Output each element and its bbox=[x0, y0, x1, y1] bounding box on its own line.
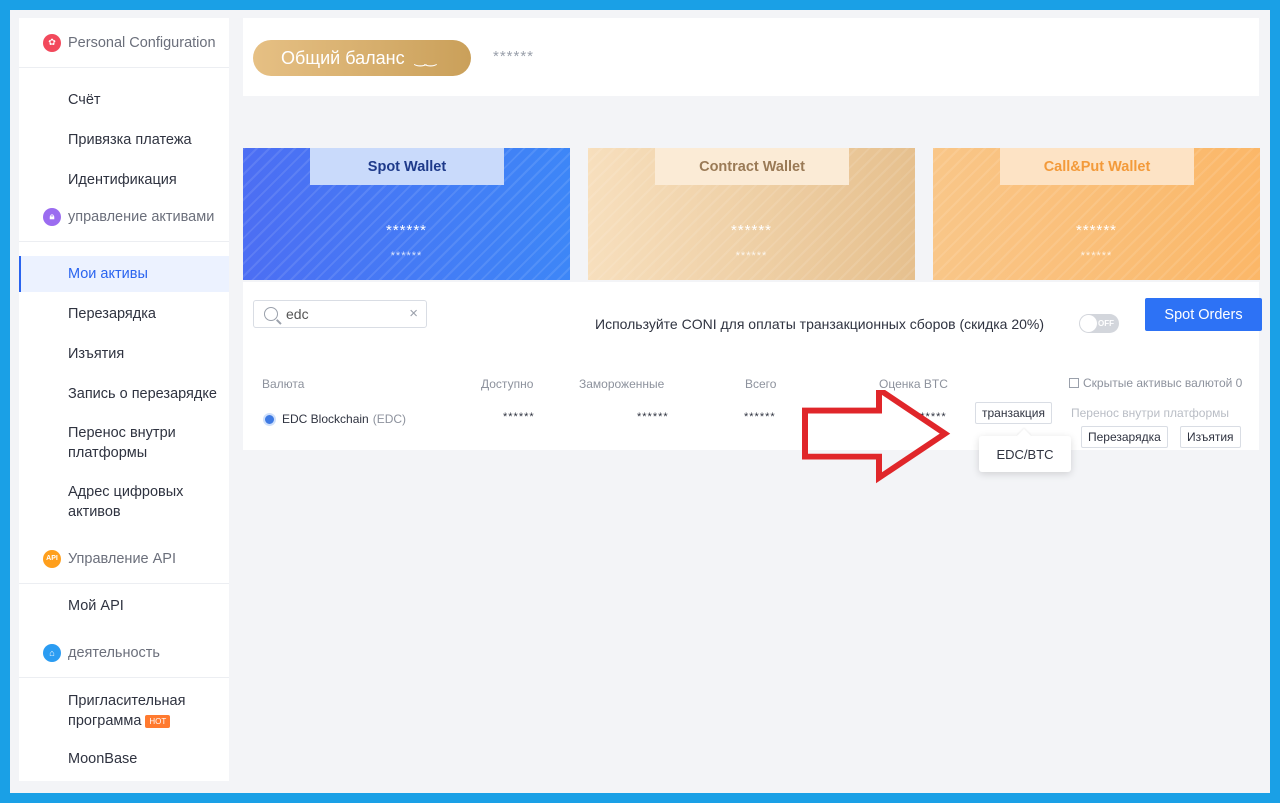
sidebar-item-recharge[interactable]: Перезарядка bbox=[19, 304, 229, 324]
callput-wallet-amount: ****** bbox=[1075, 222, 1118, 239]
coin-name: EDC Blockchain bbox=[282, 412, 369, 426]
api-icon: API bbox=[43, 549, 61, 568]
column-currency: Валюта bbox=[262, 377, 305, 391]
checkbox-box[interactable] bbox=[1069, 378, 1079, 388]
sidebar-item-label: Запись о перезарядке bbox=[68, 386, 217, 402]
section-title: Personal Configuration bbox=[68, 34, 216, 51]
clear-icon[interactable]: × bbox=[409, 305, 418, 322]
sidebar-item-payment-binding[interactable]: Привязка платежа bbox=[19, 130, 229, 150]
spot-orders-button[interactable]: Spot Orders bbox=[1145, 298, 1262, 331]
assets-panel: × Используйте CONI для оплаты транзакцио… bbox=[243, 282, 1262, 450]
callput-wallet-tab: Call&Put Wallet bbox=[1000, 148, 1194, 185]
section-title: управление активами bbox=[68, 208, 215, 225]
hide-zero-assets-checkbox[interactable]: Скрытые активыс валютой 0 bbox=[1069, 376, 1242, 390]
sidebar-item-withdrawals[interactable]: Изъятия bbox=[19, 344, 229, 364]
sidebar-item-label: Адрес цифровых активов bbox=[68, 484, 184, 520]
withdraw-button[interactable]: Изъятия bbox=[1180, 426, 1241, 448]
section-title: деятельность bbox=[68, 644, 160, 661]
hot-badge: HOT bbox=[145, 714, 171, 728]
recharge-button[interactable]: Перезарядка bbox=[1081, 426, 1168, 448]
assets-lock-icon: 🔒︎ bbox=[43, 207, 61, 226]
trade-button[interactable]: транзакция bbox=[975, 402, 1052, 424]
sidebar-item-label: Счёт bbox=[68, 92, 101, 108]
contract-wallet-tab: Contract Wallet bbox=[655, 148, 849, 185]
trading-pair-tooltip[interactable]: EDC/BTC bbox=[979, 436, 1071, 472]
sidebar-item-label: Идентификация bbox=[68, 172, 177, 188]
callput-wallet-card[interactable]: Call&Put Wallet ****** ****** bbox=[933, 148, 1260, 280]
sidebar-item-my-api[interactable]: Мой API bbox=[19, 596, 229, 616]
activity-icon: ⌂ bbox=[43, 643, 61, 662]
sidebar-item-label: Изъятия bbox=[68, 346, 125, 362]
coin-cell: EDC Blockchain (EDC) bbox=[263, 412, 406, 426]
main-content: Общий баланс ‿‿ ****** Spot Wallet *****… bbox=[243, 18, 1262, 781]
section-asset-management[interactable]: 🔒︎ управление активами bbox=[19, 192, 229, 242]
section-title: Управление API bbox=[68, 550, 177, 567]
coin-ticker: (EDC) bbox=[372, 412, 407, 426]
spot-wallet-card[interactable]: Spot Wallet ****** ****** bbox=[243, 148, 570, 280]
search-input[interactable] bbox=[286, 306, 396, 322]
spot-wallet-tab: Spot Wallet bbox=[310, 148, 504, 185]
contract-wallet-amount: ****** bbox=[730, 222, 773, 239]
sidebar-item-label: Мой API bbox=[68, 598, 124, 614]
section-activity[interactable]: ⌂ деятельность bbox=[19, 628, 229, 678]
user-config-icon: ✿ bbox=[43, 33, 61, 52]
eye-closed-icon[interactable]: ‿‿ bbox=[415, 50, 436, 67]
cell-total: ****** bbox=[744, 411, 776, 423]
sidebar-item-label: Мои активы bbox=[68, 266, 148, 282]
spot-wallet-amount: ****** bbox=[385, 222, 428, 239]
contract-wallet-card[interactable]: Contract Wallet ****** ****** bbox=[588, 148, 915, 280]
column-btc-estimate: Оценка BTC bbox=[879, 377, 948, 391]
sidebar-item-moonbase[interactable]: MoonBase bbox=[19, 749, 229, 769]
internal-transfer-button[interactable]: Перенос внутри платформы bbox=[1071, 406, 1229, 420]
sidebar-item-label: Привязка платежа bbox=[68, 132, 192, 148]
toggle-knob bbox=[1080, 315, 1097, 332]
sidebar-item-referral[interactable]: Пригласительная программа HOT bbox=[19, 691, 194, 731]
sidebar-item-label: Перенос внутри платформы bbox=[68, 425, 176, 461]
column-frozen: Замороженные bbox=[579, 377, 665, 391]
search-box[interactable]: × bbox=[253, 300, 427, 328]
balance-panel: Общий баланс ‿‿ ****** bbox=[243, 18, 1259, 96]
sidebar: ✿ Personal Configuration Счёт Привязка п… bbox=[19, 18, 229, 781]
sidebar-item-label: Перезарядка bbox=[68, 306, 156, 322]
column-total: Всего bbox=[745, 377, 777, 391]
edc-coin-icon bbox=[263, 412, 276, 426]
sidebar-item-digital-address[interactable]: Адрес цифровых активов bbox=[19, 482, 194, 522]
sidebar-item-identification[interactable]: Идентификация bbox=[19, 170, 229, 190]
sidebar-item-account[interactable]: Счёт bbox=[19, 90, 229, 110]
screenshot-frame: ✿ Personal Configuration Счёт Привязка п… bbox=[0, 0, 1280, 803]
toggle-off-label: OFF bbox=[1098, 319, 1114, 328]
section-personal-configuration[interactable]: ✿ Personal Configuration bbox=[19, 18, 229, 68]
total-balance-pill[interactable]: Общий баланс ‿‿ bbox=[253, 40, 471, 76]
sidebar-item-my-assets[interactable]: Мои активы bbox=[19, 256, 229, 292]
spot-wallet-sub: ****** bbox=[390, 250, 423, 262]
section-api-management[interactable]: API Управление API bbox=[19, 534, 229, 584]
search-icon bbox=[264, 307, 278, 321]
cell-frozen: ****** bbox=[637, 411, 669, 423]
coni-toggle[interactable]: OFF bbox=[1079, 314, 1119, 333]
sidebar-item-internal-transfer[interactable]: Перенос внутри платформы bbox=[19, 423, 194, 463]
coni-fee-text: Используйте CONI для оплаты транзакционн… bbox=[595, 316, 1045, 332]
total-balance-value: ****** bbox=[493, 48, 535, 65]
hide-zero-assets-label: Скрытые активыс валютой 0 bbox=[1083, 376, 1243, 390]
sidebar-item-recharge-record[interactable]: Запись о перезарядке bbox=[19, 384, 229, 404]
contract-wallet-sub: ****** bbox=[735, 250, 768, 262]
column-available: Доступно bbox=[481, 377, 534, 391]
red-arrow-annotation bbox=[802, 390, 951, 484]
wallet-cards: Spot Wallet ****** ****** Contract Walle… bbox=[243, 130, 1260, 280]
callput-wallet-sub: ****** bbox=[1080, 250, 1113, 262]
cell-available: ****** bbox=[503, 411, 535, 423]
total-balance-label: Общий баланс bbox=[281, 47, 405, 68]
trading-pair-option[interactable]: EDC/BTC bbox=[996, 447, 1053, 462]
sidebar-item-label: MoonBase bbox=[68, 751, 138, 767]
